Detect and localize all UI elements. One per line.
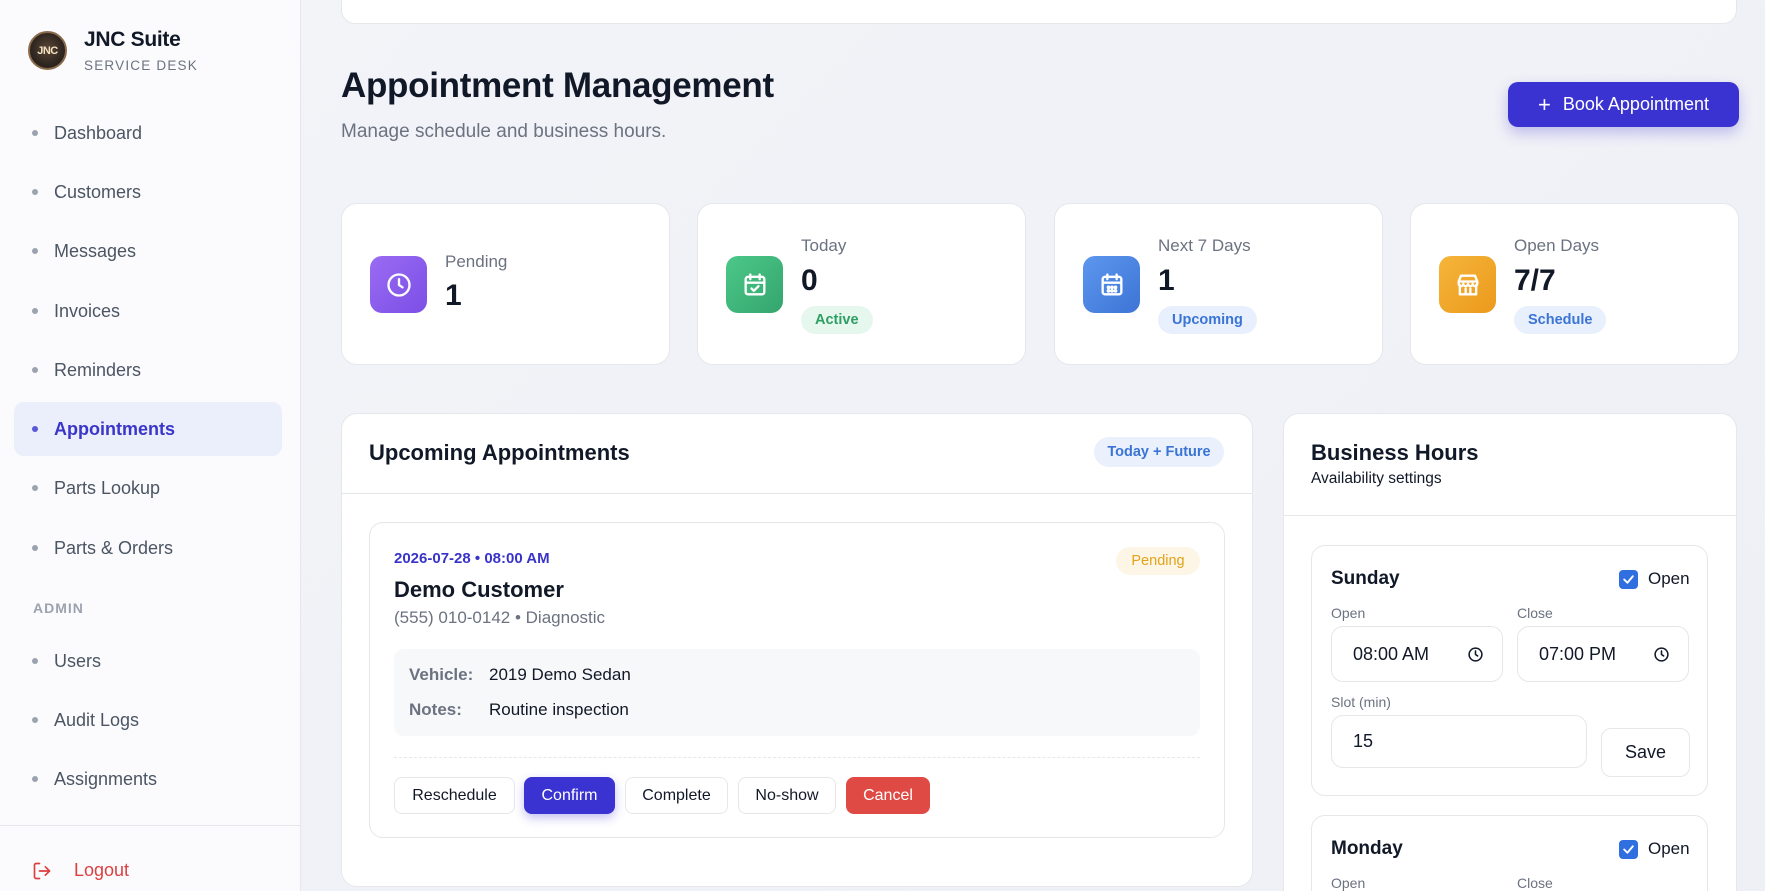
stat-value: 1 — [1158, 264, 1175, 297]
sidebar-item-appointments[interactable]: Appointments — [14, 402, 282, 456]
bullet-icon — [32, 776, 38, 782]
open-checkbox-label: Open — [1648, 839, 1690, 858]
bullet-icon — [32, 130, 38, 136]
sidebar-divider — [0, 825, 301, 826]
sidebar-item-dashboard[interactable]: Dashboard — [14, 106, 282, 160]
page-title: Appointment Management — [341, 66, 774, 105]
stat-label: Open Days — [1514, 236, 1600, 255]
close-time-label: Close — [1517, 875, 1553, 891]
appointment-card[interactable]: 2026-07-28 • 08:00 AM Demo Customer (555… — [369, 522, 1225, 838]
stat-label: Next 7 Days — [1158, 236, 1251, 255]
open-checkbox-label: Open — [1648, 569, 1690, 588]
stat-card-open-days: Open Days 7/7 Schedule — [1410, 203, 1739, 365]
confirm-button[interactable]: Confirm — [524, 777, 615, 814]
sidebar-item-reminders[interactable]: Reminders — [14, 343, 282, 397]
vehicle-value: 2019 Demo Sedan — [489, 665, 631, 684]
status-badge: Active — [801, 306, 873, 334]
vehicle-label: Vehicle: — [409, 665, 474, 684]
sidebar: JNC JNC Suite SERVICE DESK Dashboard Cus… — [0, 0, 301, 891]
sidebar-item-parts-lookup[interactable]: Parts Lookup — [14, 461, 282, 515]
admin-section-label: ADMIN — [33, 600, 84, 616]
close-time-input[interactable]: 07:00 PM — [1517, 626, 1689, 682]
status-badge: Schedule — [1514, 306, 1607, 334]
open-time-label: Open — [1331, 875, 1366, 891]
bullet-icon — [32, 367, 38, 373]
bullet-icon — [32, 426, 38, 432]
cancel-button[interactable]: Cancel — [846, 777, 930, 814]
notes-value: Routine inspection — [489, 700, 629, 719]
bullet-icon — [32, 308, 38, 314]
day-name: Sunday — [1331, 568, 1400, 589]
slot-label: Slot (min) — [1331, 694, 1391, 710]
reschedule-button[interactable]: Reschedule — [394, 777, 515, 814]
sidebar-item-customers[interactable]: Customers — [14, 165, 282, 219]
book-appointment-button[interactable]: + Book Appointment — [1508, 82, 1739, 127]
stat-value: 7/7 — [1514, 264, 1556, 297]
slot-input[interactable]: 15 — [1331, 715, 1587, 768]
stat-card-pending: Pending 1 — [341, 203, 670, 365]
logout-label: Logout — [74, 860, 130, 880]
logout-icon — [33, 862, 51, 879]
open-time-label: Open — [1331, 605, 1366, 621]
no-show-button[interactable]: No-show — [738, 777, 836, 814]
brand-name: JNC Suite — [84, 28, 181, 51]
close-time-label: Close — [1517, 605, 1553, 621]
vehicle-row: Vehicle: 2019 Demo Sedan — [409, 665, 631, 685]
stat-label: Pending — [445, 252, 508, 271]
panel-divider — [1284, 515, 1736, 516]
customer-name: Demo Customer — [394, 577, 564, 602]
sidebar-item-assignments[interactable]: Assignments — [14, 752, 282, 806]
sidebar-item-parts-orders[interactable]: Parts & Orders — [14, 521, 282, 575]
brand-logo: JNC — [28, 31, 67, 70]
stat-label: Today — [801, 236, 847, 255]
plus-icon: + — [1538, 91, 1551, 117]
clock-icon — [370, 256, 427, 313]
day-name: Monday — [1331, 838, 1403, 859]
bullet-icon — [32, 485, 38, 491]
page-subtitle: Manage schedule and business hours. — [341, 121, 667, 142]
open-time-input[interactable]: 08:00 AM — [1331, 626, 1503, 682]
save-button[interactable]: Save — [1601, 728, 1690, 777]
bullet-icon — [32, 545, 38, 551]
brand[interactable]: JNC JNC Suite SERVICE DESK — [28, 28, 198, 73]
day-card-sunday: Sunday Open Open Close 08:00 AM 07:00 PM… — [1311, 545, 1708, 796]
bullet-icon — [32, 717, 38, 723]
sidebar-item-invoices[interactable]: Invoices — [14, 284, 282, 338]
bullet-icon — [32, 248, 38, 254]
notes-label: Notes: — [409, 700, 462, 719]
day-card-monday: Monday Open Open Close — [1311, 815, 1708, 891]
complete-button[interactable]: Complete — [625, 777, 728, 814]
stat-value: 0 — [801, 264, 818, 297]
sidebar-item-messages[interactable]: Messages — [14, 224, 282, 278]
bullet-icon — [32, 189, 38, 195]
open-checkbox[interactable] — [1619, 570, 1638, 589]
calendar-icon — [1083, 256, 1140, 313]
open-checkbox[interactable] — [1619, 840, 1638, 859]
filter-badge: Today + Future — [1094, 437, 1224, 467]
top-card-edge — [341, 0, 1737, 24]
sidebar-item-users[interactable]: Users — [14, 634, 282, 688]
sidebar-item-audit-logs[interactable]: Audit Logs — [14, 693, 282, 747]
notes-row: Notes: Routine inspection — [409, 700, 629, 720]
brand-subtitle: SERVICE DESK — [84, 58, 198, 73]
stat-value: 1 — [445, 279, 462, 312]
appointment-details: Vehicle: 2019 Demo Sedan Notes: Routine in… — [394, 649, 1200, 736]
appointment-meta: (555) 010-0142 • Diagnostic — [394, 608, 606, 627]
divider — [394, 757, 1200, 758]
bullet-icon — [32, 658, 38, 664]
panel-title: Upcoming Appointments — [369, 440, 630, 465]
clock-icon — [1468, 647, 1483, 662]
panel-title: Business Hours — [1311, 440, 1479, 465]
clock-icon — [1654, 647, 1669, 662]
stat-card-next-7-days: Next 7 Days 1 Upcoming — [1054, 203, 1383, 365]
appointment-datetime: 2026-07-28 • 08:00 AM — [394, 550, 550, 567]
status-badge: Pending — [1116, 547, 1200, 575]
logout-button[interactable]: Logout — [32, 860, 129, 881]
calendar-check-icon — [726, 256, 783, 313]
status-badge: Upcoming — [1158, 306, 1257, 334]
panel-subtitle: Availability settings — [1311, 470, 1442, 487]
stat-card-today: Today 0 Active — [697, 203, 1026, 365]
store-icon — [1439, 256, 1496, 313]
panel-divider — [342, 493, 1252, 494]
